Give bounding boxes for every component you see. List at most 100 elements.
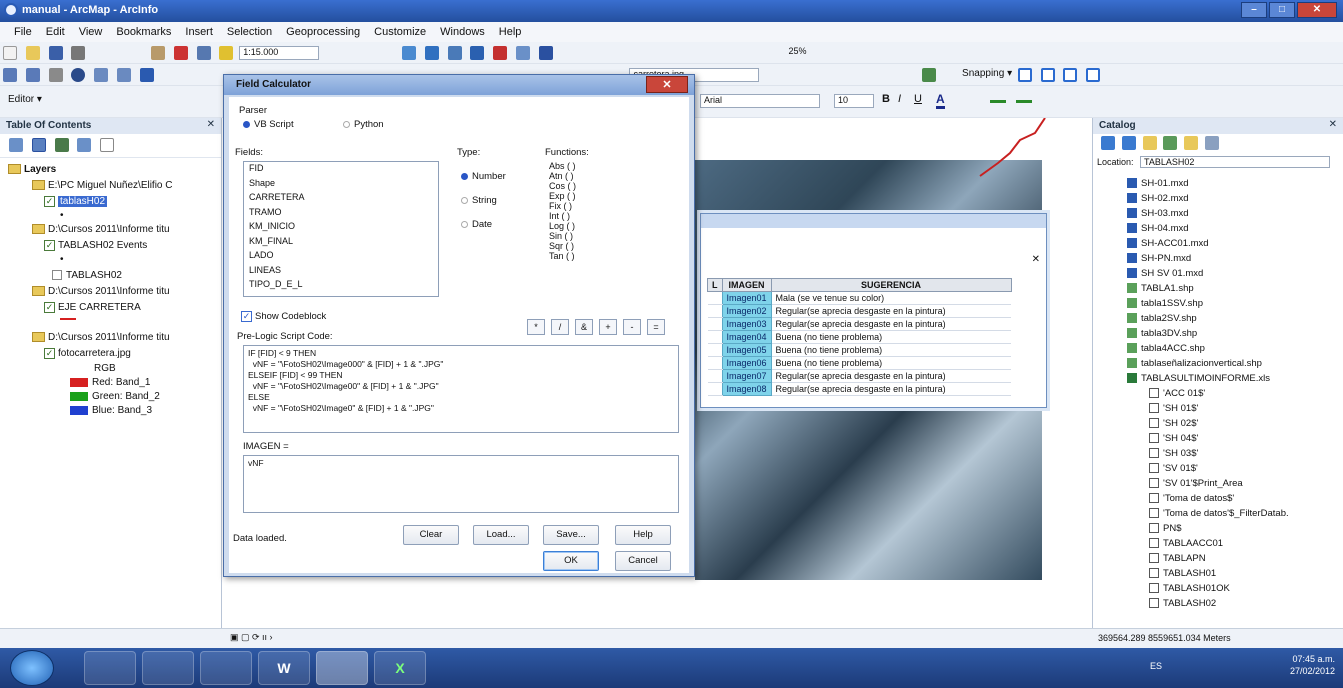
- catalog-item[interactable]: PN$: [1149, 523, 1181, 534]
- catalog-item[interactable]: SH-04.mxd: [1127, 223, 1189, 234]
- catalog-item[interactable]: SH-ACC01.mxd: [1127, 238, 1209, 249]
- minus-operator-button[interactable]: -: [623, 319, 641, 335]
- catalog-item[interactable]: 'ACC 01$': [1149, 388, 1205, 399]
- checkbox-icon[interactable]: ✓: [44, 302, 55, 313]
- catalog-item[interactable]: TABLA1.shp: [1127, 283, 1194, 294]
- checkbox-icon[interactable]: ✓: [44, 240, 55, 251]
- print-icon[interactable]: [71, 46, 86, 60]
- catalog-item[interactable]: SH-03.mxd: [1127, 208, 1189, 219]
- editor-toolbar-icon[interactable]: [402, 46, 417, 60]
- catalog-item[interactable]: SH-01.mxd: [1127, 178, 1189, 189]
- catalog-item[interactable]: tablaseñalizacionvertical.shp: [1127, 358, 1262, 369]
- zoom-in-icon[interactable]: [3, 68, 17, 82]
- catalog-item[interactable]: tabla3DV.shp: [1127, 328, 1197, 339]
- list-item[interactable]: Int ( ): [545, 211, 679, 221]
- list-by-drawing-order-icon[interactable]: [9, 138, 23, 152]
- list-item[interactable]: Log ( ): [545, 221, 679, 231]
- explorer-taskbar-icon[interactable]: [84, 651, 136, 685]
- close-button[interactable]: ✕: [1297, 2, 1337, 18]
- show-codeblock-checkbox[interactable]: ✓ Show Codeblock: [241, 311, 326, 322]
- list-item[interactable]: KM_FINAL: [244, 235, 438, 250]
- functions-list[interactable]: Abs ( ) Atn ( ) Cos ( ) Exp ( ) Fix ( ) …: [545, 161, 679, 297]
- table-row[interactable]: Imagen03 Regular(se aprecia desgaste en l…: [707, 317, 1012, 331]
- italic-icon[interactable]: I: [898, 93, 901, 105]
- catalog-item[interactable]: 'Toma de datos$': [1149, 493, 1234, 504]
- menu-file[interactable]: File: [14, 26, 32, 38]
- attribute-close-icon[interactable]: ✕: [1032, 254, 1040, 265]
- toc-item-eje-carretera[interactable]: ✓ EJE CARRETERA: [44, 302, 141, 313]
- catalog-item[interactable]: SH-PN.mxd: [1127, 253, 1191, 264]
- up-folder-icon[interactable]: [1142, 136, 1157, 150]
- catalog-item[interactable]: TABLAPN: [1149, 553, 1206, 564]
- toc-options-icon[interactable]: [100, 138, 115, 152]
- add-data-icon[interactable]: [219, 46, 234, 60]
- list-item[interactable]: CARRETERA: [244, 191, 438, 206]
- list-item[interactable]: Tan ( ): [545, 251, 679, 261]
- search-window-icon[interactable]: [447, 46, 462, 60]
- toc-item-source-3[interactable]: D:\Cursos 2011\Informe titu: [32, 286, 170, 297]
- load-button[interactable]: Load...: [473, 525, 529, 545]
- catalog-item[interactable]: TABLAACC01: [1149, 538, 1223, 549]
- column-header-imagen[interactable]: IMAGEN: [721, 278, 772, 292]
- list-item[interactable]: FID: [244, 162, 438, 177]
- multiply-operator-button[interactable]: *: [527, 319, 545, 335]
- font-color-icon[interactable]: A: [936, 92, 945, 109]
- location-field[interactable]: TABLASH02: [1140, 156, 1331, 168]
- toc-close-icon[interactable]: ✕: [207, 119, 215, 130]
- menu-customize[interactable]: Customize: [374, 26, 426, 38]
- catalog-item[interactable]: SH-02.mxd: [1127, 193, 1189, 204]
- catalog-close-icon[interactable]: ✕: [1329, 119, 1337, 130]
- column-header[interactable]: L: [707, 278, 723, 292]
- forward-icon[interactable]: [1121, 136, 1136, 150]
- menu-help[interactable]: Help: [499, 26, 522, 38]
- catalog-item[interactable]: 'Toma de datos'$_FilterDatab.: [1149, 508, 1289, 519]
- column-header-sugerencia[interactable]: SUGERENCIA: [770, 278, 1012, 292]
- fill-color-icon[interactable]: [990, 95, 1006, 103]
- snap-edge-icon[interactable]: [1086, 68, 1101, 82]
- toc-item-events[interactable]: ✓ TABLASH02 Events: [44, 240, 147, 251]
- type-number-radio[interactable]: Number: [461, 171, 506, 182]
- save-button[interactable]: Save...: [543, 525, 599, 545]
- toc-item-source-1[interactable]: E:\PC Miguel Nuñez\Elifio C: [32, 180, 173, 191]
- checkbox-icon[interactable]: ✓: [44, 348, 55, 359]
- zoom-level[interactable]: 25%: [789, 46, 807, 56]
- list-by-selection-icon[interactable]: [77, 138, 92, 152]
- menu-windows[interactable]: Windows: [440, 26, 485, 38]
- catalog-item[interactable]: 'SV 01'$Print_Area: [1149, 478, 1243, 489]
- menu-view[interactable]: View: [79, 26, 103, 38]
- list-by-visibility-icon[interactable]: [54, 138, 69, 152]
- parser-vbscript-radio[interactable]: VB Script: [243, 119, 294, 130]
- snapping-menu[interactable]: Snapping ▾: [962, 68, 1012, 79]
- menu-bookmarks[interactable]: Bookmarks: [116, 26, 171, 38]
- list-item[interactable]: Sqr ( ): [545, 241, 679, 251]
- table-row[interactable]: Imagen08 Regular(se aprecia desgaste en l…: [707, 382, 1012, 396]
- ok-button[interactable]: OK: [543, 551, 599, 571]
- cancel-button[interactable]: Cancel: [615, 551, 671, 571]
- catalog-item[interactable]: 'SV 01$': [1149, 463, 1198, 474]
- underline-icon[interactable]: U: [914, 93, 922, 105]
- toc-item-tablash02[interactable]: ✓ tablasH02: [44, 196, 108, 208]
- expression-editor[interactable]: vNF: [243, 455, 679, 513]
- save-icon[interactable]: [48, 46, 63, 60]
- toc-item-fotocarretera[interactable]: ✓ fotocarretera.jpg: [44, 348, 131, 359]
- arctoolbox-icon[interactable]: [470, 46, 485, 60]
- arcmap-taskbar-icon[interactable]: [316, 651, 368, 685]
- model-builder-icon[interactable]: [515, 46, 530, 60]
- layout-view-icons[interactable]: ▣ ▢ ⟳ ıı ›: [230, 632, 273, 643]
- table-row[interactable]: Imagen02 Regular(se aprecia desgaste en l…: [707, 304, 1012, 318]
- type-date-radio[interactable]: Date: [461, 219, 492, 230]
- list-item[interactable]: Exp ( ): [545, 191, 679, 201]
- layers-group[interactable]: Layers: [8, 164, 56, 175]
- catalog-item[interactable]: tabla2SV.shp: [1127, 313, 1197, 324]
- prelogic-code-editor[interactable]: IF [FID] < 9 THEN vNF = "\FotoSH02\Image…: [243, 345, 679, 433]
- catalog-item[interactable]: SH SV 01.mxd: [1127, 268, 1203, 279]
- catalog-item[interactable]: 'SH 03$': [1149, 448, 1198, 459]
- type-string-radio[interactable]: String: [461, 195, 497, 206]
- table-row[interactable]: Imagen05 Buena (no tiene problema): [707, 343, 1012, 357]
- list-item[interactable]: KM_INICIO: [244, 220, 438, 235]
- back-icon[interactable]: [1101, 136, 1115, 150]
- list-item[interactable]: Fix ( ): [545, 201, 679, 211]
- maximize-button[interactable]: □: [1269, 2, 1295, 18]
- catalog-item[interactable]: TABLASH02: [1149, 598, 1216, 609]
- ampersand-operator-button[interactable]: &: [575, 319, 593, 335]
